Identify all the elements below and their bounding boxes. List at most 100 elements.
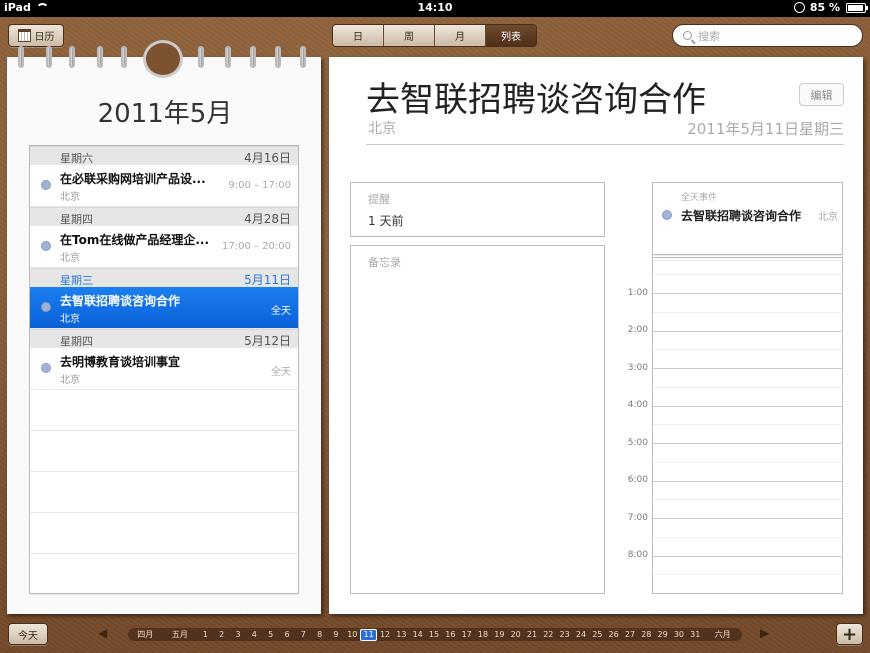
notes-label: 备忘录: [368, 256, 401, 269]
ring: [18, 46, 24, 68]
reminder-field[interactable]: 提醒 1 天前: [350, 182, 605, 237]
day-25[interactable]: 25: [589, 630, 605, 639]
event-time: 9:00 – 17:00: [228, 180, 291, 191]
prev-month-label[interactable]: 四月: [128, 629, 163, 640]
day-7[interactable]: 7: [295, 630, 311, 639]
ring: [97, 46, 103, 68]
day-20[interactable]: 20: [508, 630, 524, 639]
day-21[interactable]: 21: [524, 630, 540, 639]
half-hour-line: [653, 499, 843, 500]
event-location: 北京: [60, 253, 80, 264]
day-1[interactable]: 1: [197, 630, 213, 639]
hour-label: 3:00: [627, 363, 648, 373]
day-17[interactable]: 17: [459, 630, 475, 639]
list-item[interactable]: 去明博教育谈培训事宜 北京 全天: [30, 348, 298, 390]
day-27[interactable]: 27: [622, 630, 638, 639]
status-bar: iPad 14:10 85 %: [0, 0, 870, 17]
calendar-dot-icon: [41, 180, 51, 190]
day-18[interactable]: 18: [475, 630, 491, 639]
hour-line: [653, 331, 843, 332]
today-button[interactable]: 今天: [8, 623, 48, 645]
ring: [69, 46, 75, 68]
hour-label: 2:00: [627, 325, 648, 335]
event-time: 全天: [271, 367, 291, 378]
all-day-section: 全天事件 去智联招聘谈咨询合作 北京: [653, 183, 842, 255]
list-item[interactable]: 在必联采购网培训产品设... 北京 9:00 – 17:00: [30, 165, 298, 207]
date-header: 星期六 4月16日: [30, 146, 298, 165]
empty-row: [30, 472, 298, 513]
day-11[interactable]: 11: [360, 628, 377, 641]
day-5[interactable]: 5: [263, 630, 279, 639]
tab-week[interactable]: 周: [384, 25, 435, 46]
day-24[interactable]: 24: [573, 630, 589, 639]
hour-line: [653, 368, 843, 369]
date-header: 星期四 4月28日: [30, 207, 298, 226]
day-15[interactable]: 15: [426, 630, 442, 639]
day-31[interactable]: 31: [687, 630, 703, 639]
half-hour-line: [653, 537, 843, 538]
event-location: 北京: [60, 375, 80, 386]
next-arrow-icon[interactable]: ▶: [760, 626, 769, 640]
day-3[interactable]: 3: [230, 630, 246, 639]
hour-label: 7:00: [627, 513, 648, 523]
tab-day[interactable]: 日: [333, 25, 384, 46]
calendar-icon: [17, 29, 31, 42]
day-26[interactable]: 26: [605, 630, 621, 639]
notes-field[interactable]: 备忘录: [350, 245, 605, 594]
day-29[interactable]: 29: [654, 630, 670, 639]
hour-label: 6:00: [627, 475, 648, 485]
hour-line: [653, 293, 843, 294]
event-list: 星期六 4月16日 在必联采购网培训产品设... 北京 9:00 – 17:00 …: [29, 145, 299, 595]
day-6[interactable]: 6: [279, 630, 295, 639]
empty-row: [30, 513, 298, 554]
day-12[interactable]: 12: [377, 630, 393, 639]
tab-list[interactable]: 列表: [486, 25, 536, 46]
calendar-dot-icon: [41, 363, 51, 373]
day-23[interactable]: 23: [556, 630, 572, 639]
day-2[interactable]: 2: [214, 630, 230, 639]
all-day-event-location: 北京: [818, 212, 838, 223]
day-13[interactable]: 13: [393, 630, 409, 639]
all-day-label: 全天事件: [681, 193, 718, 203]
day-28[interactable]: 28: [638, 630, 654, 639]
ring: [275, 46, 281, 68]
day-22[interactable]: 22: [540, 630, 556, 639]
battery-percent: 85 %: [809, 1, 840, 14]
tab-month[interactable]: 月: [435, 25, 486, 46]
half-hour-line: [653, 462, 843, 463]
list-item[interactable]: 在Tom在线做产品经理企... 北京 17:00 – 20:00: [30, 226, 298, 268]
day-19[interactable]: 19: [491, 630, 507, 639]
day-9[interactable]: 9: [328, 630, 344, 639]
all-day-event-title[interactable]: 去智联招聘谈咨询合作: [681, 207, 801, 224]
event-detail-title: 去智联招聘谈咨询合作: [366, 80, 706, 120]
month-label: 五月: [171, 630, 188, 639]
rotation-lock-icon: [793, 2, 805, 13]
divider: [366, 144, 844, 145]
reminder-value: 1 天前: [368, 214, 404, 228]
event-title: 去智联招聘谈咨询合作: [60, 294, 181, 308]
hour-line: [653, 481, 843, 482]
half-hour-line: [653, 424, 843, 425]
day-4[interactable]: 4: [246, 630, 262, 639]
day-8[interactable]: 8: [311, 630, 327, 639]
edit-button[interactable]: 编辑: [799, 83, 844, 106]
battery-icon: [846, 2, 868, 13]
event-time: 全天: [271, 306, 291, 317]
hour-line: [653, 406, 843, 407]
day-30[interactable]: 30: [671, 630, 687, 639]
month-title: 2011年5月: [97, 99, 233, 129]
event-detail-date: 2011年5月11日星期三: [687, 120, 844, 138]
day-14[interactable]: 14: [410, 630, 426, 639]
next-month-label[interactable]: 六月: [703, 629, 741, 640]
day-10[interactable]: 10: [344, 630, 360, 639]
search-input[interactable]: 搜索: [672, 24, 863, 47]
day-16[interactable]: 16: [442, 630, 458, 639]
prev-arrow-icon[interactable]: ◀: [98, 626, 107, 640]
event-location: 北京: [60, 314, 80, 325]
ring: [250, 46, 256, 68]
search-placeholder: 搜索: [698, 29, 720, 43]
add-event-button[interactable]: +: [836, 623, 863, 645]
calendar-dot-icon: [662, 210, 672, 220]
list-item-selected[interactable]: 去智联招聘谈咨询合作 北京 全天: [30, 287, 298, 329]
empty-row: [30, 390, 298, 431]
